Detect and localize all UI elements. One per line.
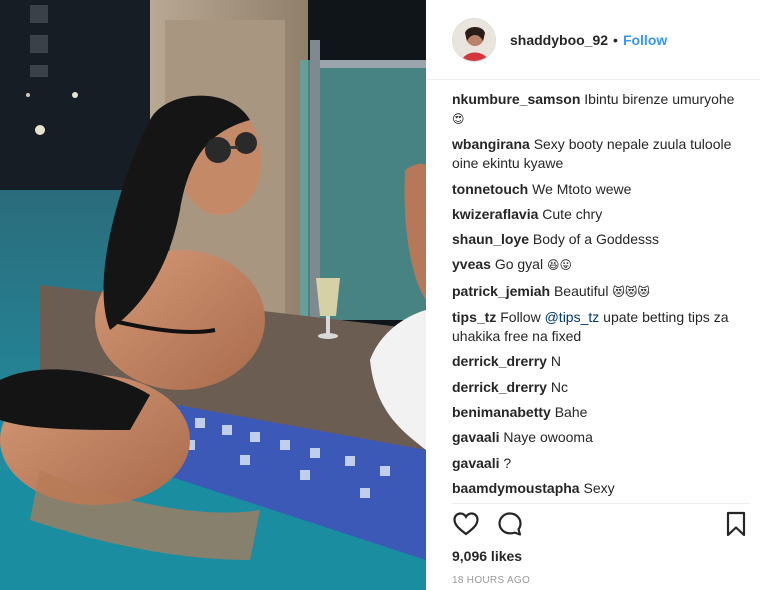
post-timestamp: 18 HOURS AGO [452,575,531,586]
comment-text: Bahe [554,403,588,420]
likes-count[interactable]: 9,096 likes [452,548,522,564]
comment-item: yveas Go gyal 😆😛 [452,255,748,275]
comment-item: derrick_drerry Nc [452,378,748,397]
comment-text: Sexy [583,479,615,496]
comment-text: N [550,353,561,370]
comment-item: shaun_loye Body of a Goddesss [452,230,748,249]
avatar[interactable] [452,17,496,62]
comments-list: nkumbure_samson Ibintu birenze umuryohe … [426,80,760,500]
comment-text: Beautiful [553,282,609,299]
post-side-panel: shaddyboo_92 • Follow nkumbure_samson Ib… [426,0,760,590]
comment-item: baamdymoustapha Sexy [452,479,748,498]
comment-username[interactable]: tonnetouch [452,181,528,197]
comment-text: Body of a Goddesss [532,231,659,248]
comment-text: Nc [550,378,568,395]
post-photo[interactable] [0,0,426,590]
comment-item: tips_tz Follow @tips_tz upate betting ti… [452,308,748,346]
comment-item: gavaali Naye owooma [452,428,748,447]
comment-item: gavaali ? [452,454,748,473]
comment-text: Go gyal [494,256,544,273]
comment-username[interactable]: wbangirana [452,136,530,152]
comment-item: patrick_jemiah Beautiful 😻😻😻 [452,282,748,302]
comment-username[interactable]: kwizeraflavia [452,206,538,222]
comment-emoji: 😻😻😻 [612,284,650,299]
comment-username[interactable]: gavaali [452,429,499,445]
comment-username[interactable]: benimanabetty [452,404,551,420]
comment-bubble-icon[interactable] [496,510,524,538]
comment-emoji: 😍 [452,112,465,126]
comment-text: Cute chry [542,205,603,222]
post-username[interactable]: shaddyboo_92 [510,32,608,48]
comment-username[interactable]: nkumbure_samson [452,91,580,107]
comment-username[interactable]: baamdymoustapha [452,480,580,496]
comment-mention-link[interactable]: @tips_tz [545,309,600,325]
comment-text: Naye owooma [503,429,593,446]
heart-icon[interactable] [452,510,480,538]
comment-item: wbangirana Sexy booty nepale zuula tuloo… [452,135,748,173]
comment-username[interactable]: derrick_drerry [452,353,547,369]
comment-item: derrick_drerry N [452,352,748,371]
comment-item: tonnetouch We Mtoto wewe [452,180,748,199]
comment-username[interactable]: gavaali [452,455,499,471]
follow-button[interactable]: Follow [623,32,667,48]
separator-dot: • [613,31,618,48]
comment-item: kwizeraflavia Cute chry [452,205,748,224]
comment-text: Ibintu birenze umuryohe [584,91,735,107]
comment-username[interactable]: derrick_drerry [452,379,547,395]
comment-username[interactable]: patrick_jemiah [452,283,550,299]
comment-item: nkumbure_samson Ibintu birenze umuryohe … [452,90,748,129]
comment-emoji: 😆😛 [546,258,572,273]
comment-text: We Mtoto wewe [532,180,632,197]
post-image [0,0,426,590]
comment-item: benimanabetty Bahe [452,403,748,422]
post-actions [452,503,750,543]
comment-text-prefix: Follow [500,309,541,326]
post-header: shaddyboo_92 • Follow [426,0,760,80]
comment-text: ? [503,454,512,471]
bookmark-icon[interactable] [722,510,750,538]
comment-username[interactable]: tips_tz [452,309,496,325]
comment-username[interactable]: yveas [452,256,491,272]
comment-username[interactable]: shaun_loye [452,231,529,247]
